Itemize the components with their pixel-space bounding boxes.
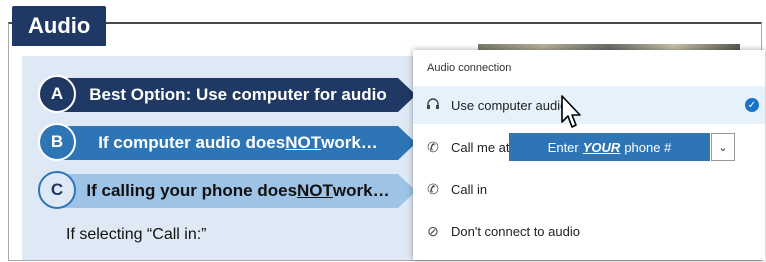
option-c-text-before: If calling your phone does xyxy=(86,181,298,200)
phone-callback-icon: ✆ xyxy=(427,138,439,155)
option-b-circle: B xyxy=(38,123,76,161)
audio-connection-panel: Audio connection Use computer audio ✓ ✆ … xyxy=(413,50,765,260)
phone-placeholder-em: YOUR xyxy=(582,139,621,155)
option-b-text-after: work… xyxy=(321,133,378,152)
option-a-text: Best Option: Use computer for audio xyxy=(89,85,387,104)
chevron-down-icon[interactable]: ⌄ xyxy=(711,133,735,161)
call-me-option[interactable]: ✆ Call me at Enter YOUR phone # ⌄ xyxy=(413,128,765,166)
call-me-label: Call me at xyxy=(451,139,510,155)
check-circle-icon: ✓ xyxy=(745,98,759,112)
panel-heading: Audio connection xyxy=(427,62,512,74)
headset-icon xyxy=(425,97,441,113)
use-computer-audio-label: Use computer audio xyxy=(451,97,568,113)
option-a-arrow: Best Option: Use computer for audio xyxy=(60,78,416,112)
no-audio-icon: ⊘ xyxy=(427,222,439,239)
phone-number-input[interactable]: Enter YOUR phone # xyxy=(509,133,710,161)
option-a-circle: A xyxy=(38,75,76,113)
call-in-option[interactable]: ✆ Call in xyxy=(413,170,765,208)
option-c-circle: C xyxy=(38,171,76,209)
option-b-text-before: If computer audio does xyxy=(98,133,286,152)
phone-placeholder-before: Enter xyxy=(547,139,579,155)
dont-connect-option[interactable]: ⊘ Don't connect to audio xyxy=(413,212,765,250)
option-b-arrow: If computer audio does NOT work… xyxy=(60,126,416,160)
audio-title: Audio xyxy=(12,6,107,46)
option-b-text-em: NOT xyxy=(285,133,322,152)
dont-connect-label: Don't connect to audio xyxy=(451,223,580,239)
option-c-banner: If calling your phone does NOT work… C xyxy=(38,171,416,209)
use-computer-audio-option[interactable]: Use computer audio ✓ xyxy=(413,86,765,124)
option-a-banner: Best Option: Use computer for audio A xyxy=(38,75,416,113)
phone-placeholder-after: phone # xyxy=(624,139,672,155)
selecting-note: If selecting “Call in:” xyxy=(66,226,207,243)
option-c-text-after: work… xyxy=(332,181,390,200)
mouse-cursor-icon xyxy=(561,95,581,128)
option-c-text-em: NOT xyxy=(297,181,333,200)
option-c-arrow: If calling your phone does NOT work… xyxy=(60,174,416,208)
phone-icon: ✆ xyxy=(427,180,439,197)
call-in-label: Call in xyxy=(451,181,488,197)
option-b-banner: If computer audio does NOT work… B xyxy=(38,123,416,161)
